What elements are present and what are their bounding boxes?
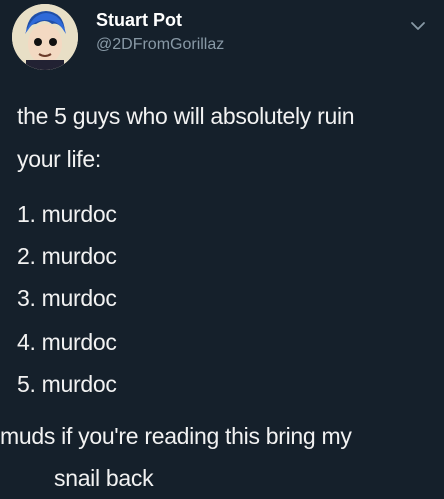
tweet-text-line: muds if you're reading this bring my bbox=[0, 423, 352, 449]
list-item: 5. murdoc bbox=[17, 371, 117, 397]
avatar[interactable] bbox=[12, 4, 78, 70]
handle[interactable]: @2DFromGorillaz bbox=[96, 36, 224, 54]
tweet: Stuart Pot @2DFromGorillaz the 5 guys wh… bbox=[0, 0, 444, 499]
chevron-down-icon[interactable] bbox=[408, 16, 428, 36]
list-item: 1. murdoc bbox=[17, 201, 117, 227]
tweet-text-line: snail back bbox=[54, 465, 154, 491]
display-name[interactable]: Stuart Pot bbox=[96, 10, 182, 31]
list-item: 2. murdoc bbox=[17, 243, 117, 269]
tweet-text-line: the 5 guys who will absolutely ruin bbox=[17, 103, 355, 129]
list-item: 3. murdoc bbox=[17, 285, 117, 311]
avatar-image bbox=[12, 4, 78, 70]
tweet-text-line: your life: bbox=[17, 146, 101, 172]
list-item: 4. murdoc bbox=[17, 329, 117, 355]
